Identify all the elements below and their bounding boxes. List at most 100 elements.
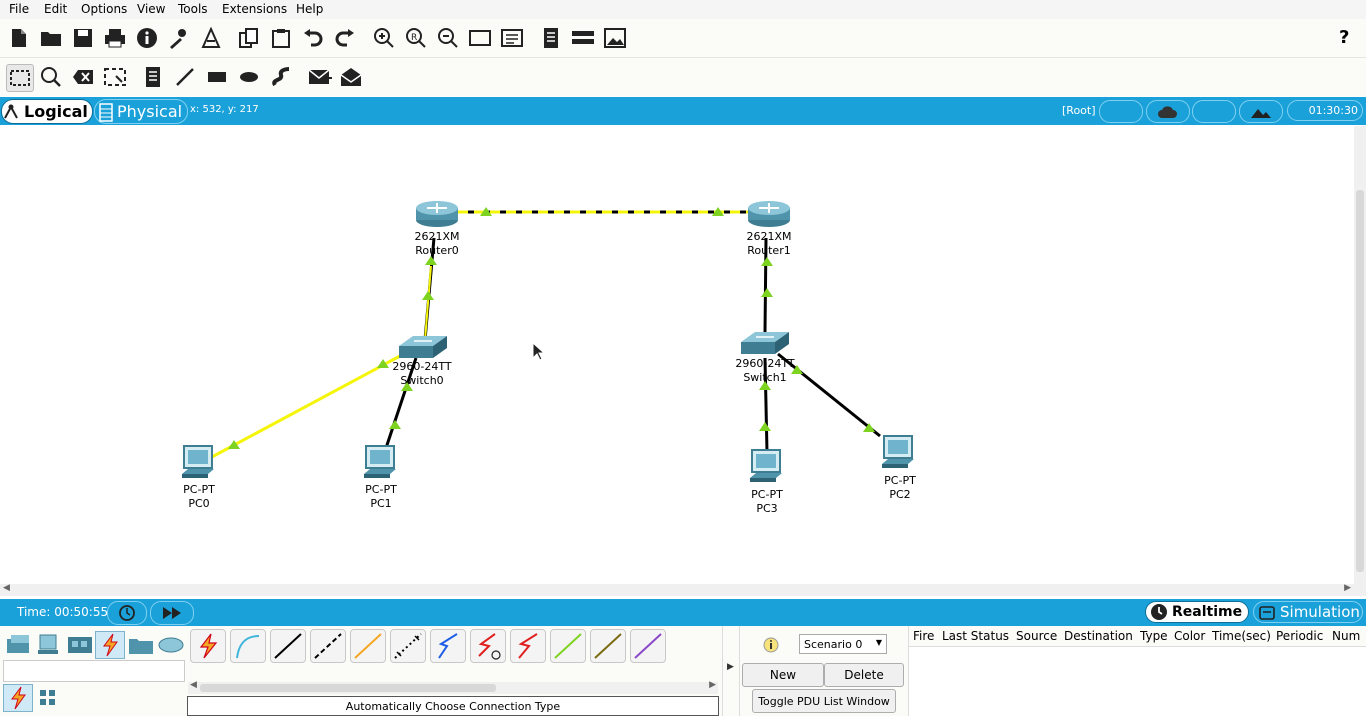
col-time[interactable]: Time(sec) xyxy=(1212,629,1271,643)
save-icon[interactable] xyxy=(70,25,96,51)
pc0-device[interactable] xyxy=(180,444,220,482)
freeform-icon[interactable] xyxy=(268,64,294,90)
col-num[interactable]: Num xyxy=(1332,629,1360,643)
pc2-device[interactable] xyxy=(880,434,920,472)
copper-cross-icon[interactable] xyxy=(310,629,346,663)
miscellaneous-icon[interactable] xyxy=(127,633,155,657)
col-last-status[interactable]: Last Status xyxy=(942,629,1009,643)
screenshot-icon[interactable] xyxy=(602,25,628,51)
multiuser-icon[interactable] xyxy=(157,633,185,657)
scroll-left-arrow-icon[interactable]: ◀ xyxy=(3,583,10,593)
custom-devices-icon[interactable] xyxy=(198,25,224,51)
col-color[interactable]: Color xyxy=(1174,629,1205,643)
root-breadcrumb[interactable]: [Root] xyxy=(1062,104,1096,117)
menu-options[interactable]: Options xyxy=(81,2,127,16)
pc3-device[interactable] xyxy=(748,448,788,486)
menu-extensions[interactable]: Extensions xyxy=(222,2,287,16)
rectangle-icon[interactable] xyxy=(204,64,230,90)
tab-physical[interactable]: Physical xyxy=(94,99,188,124)
select-icon[interactable] xyxy=(6,64,34,92)
cable-scroll-right-icon[interactable]: ▶ xyxy=(709,680,716,690)
end-devices-icon[interactable] xyxy=(36,633,64,657)
power-cycle-button[interactable] xyxy=(107,601,147,625)
serial-dce-icon[interactable] xyxy=(470,629,506,663)
simple-pdu-icon[interactable] xyxy=(307,64,333,90)
inspect-icon[interactable] xyxy=(38,64,64,90)
iot-custom-cable-icon[interactable] xyxy=(590,629,626,663)
components-icon[interactable] xyxy=(66,633,94,657)
grid-view-icon[interactable] xyxy=(38,688,58,708)
complex-pdu-icon[interactable] xyxy=(339,64,365,90)
col-fire[interactable]: Fire xyxy=(913,629,934,643)
connections-category-selected[interactable] xyxy=(95,631,125,659)
coaxial-cable-icon[interactable] xyxy=(430,629,466,663)
scroll-right-arrow-icon[interactable]: ▶ xyxy=(1344,583,1351,593)
col-source[interactable]: Source xyxy=(1016,629,1057,643)
simulation-mode-button[interactable]: Simulation xyxy=(1253,601,1363,623)
router0-device[interactable] xyxy=(414,200,460,228)
info-icon[interactable] xyxy=(134,25,160,51)
router1-device[interactable] xyxy=(746,200,792,228)
activity-wizard-icon[interactable] xyxy=(166,25,192,51)
col-type[interactable]: Type xyxy=(1140,629,1168,643)
logical-workspace[interactable]: 2621XM Router0 2621XM Router1 2960-24TT … xyxy=(0,126,1354,584)
octal-cable-icon[interactable] xyxy=(550,629,586,663)
console-cable-icon[interactable] xyxy=(230,629,266,663)
serial-dte-icon[interactable] xyxy=(510,629,546,663)
viewport-clock[interactable]: 01:30:30 xyxy=(1287,100,1363,121)
ellipse-icon[interactable] xyxy=(236,64,262,90)
paste-icon[interactable] xyxy=(268,25,294,51)
copy-icon[interactable] xyxy=(236,25,262,51)
help-icon[interactable]: ? xyxy=(1339,27,1349,48)
scenario-select[interactable]: Scenario 0 ▼ xyxy=(799,634,887,654)
menu-tools[interactable]: Tools xyxy=(178,2,208,16)
phone-cable-icon[interactable] xyxy=(390,629,426,663)
delete-scenario-button[interactable]: Delete xyxy=(824,663,904,687)
resize-icon[interactable] xyxy=(102,64,128,90)
connections-subtype-selected[interactable] xyxy=(3,684,33,712)
col-destination[interactable]: Destination xyxy=(1064,629,1133,643)
custom-device-dialog-icon[interactable] xyxy=(499,25,525,51)
usb-cable-icon[interactable] xyxy=(630,629,666,663)
auto-connection-icon[interactable] xyxy=(190,629,226,663)
undo-icon[interactable] xyxy=(300,25,326,51)
realtime-mode-button[interactable]: Realtime xyxy=(1145,601,1249,623)
network-devices-icon[interactable] xyxy=(5,633,33,657)
menu-view[interactable]: View xyxy=(137,2,165,16)
open-folder-icon[interactable] xyxy=(38,25,64,51)
tab-logical[interactable]: Logical xyxy=(1,99,93,124)
scenario-info-icon[interactable] xyxy=(763,637,779,653)
cable-scroll-thumb[interactable] xyxy=(200,684,496,692)
set-background-button[interactable] xyxy=(1239,100,1283,123)
delete-icon[interactable] xyxy=(70,64,96,90)
back-button[interactable] xyxy=(1099,100,1143,123)
col-periodic[interactable]: Periodic xyxy=(1276,629,1323,643)
fiber-icon[interactable] xyxy=(350,629,386,663)
zoom-reset-icon[interactable]: R xyxy=(403,25,429,51)
cable-scroll-left-icon[interactable]: ◀ xyxy=(190,680,197,690)
network-info-icon[interactable] xyxy=(570,25,596,51)
switch1-device[interactable] xyxy=(740,330,790,356)
device-search-field[interactable] xyxy=(3,660,185,682)
switch0-device[interactable] xyxy=(398,334,448,360)
zoom-in-icon[interactable] xyxy=(371,25,397,51)
toggle-pdu-list-button[interactable]: Toggle PDU List Window xyxy=(752,689,896,713)
panel-splitter[interactable]: ▶ xyxy=(722,626,740,716)
menu-edit[interactable]: Edit xyxy=(44,2,67,16)
cable-scrollbar[interactable]: ◀ ▶ xyxy=(188,680,718,694)
redo-icon[interactable] xyxy=(332,25,358,51)
note-icon[interactable] xyxy=(140,64,166,90)
horizontal-scrollbar[interactable]: ◀ ▶ xyxy=(0,583,1354,596)
pc1-device[interactable] xyxy=(362,444,402,482)
draw-line-icon[interactable] xyxy=(172,64,198,90)
new-scenario-button[interactable]: New xyxy=(742,663,824,687)
expand-arrow-icon[interactable]: ▶ xyxy=(727,662,734,672)
copper-straight-icon[interactable] xyxy=(270,629,306,663)
cluster-button[interactable] xyxy=(1146,100,1190,123)
zoom-out-icon[interactable] xyxy=(435,25,461,51)
move-object-button[interactable] xyxy=(1192,100,1236,123)
pdu-viewer-icon[interactable] xyxy=(538,25,564,51)
vertical-scroll-thumb[interactable] xyxy=(1356,190,1364,572)
menu-help[interactable]: Help xyxy=(296,2,323,16)
new-file-icon[interactable] xyxy=(6,25,32,51)
